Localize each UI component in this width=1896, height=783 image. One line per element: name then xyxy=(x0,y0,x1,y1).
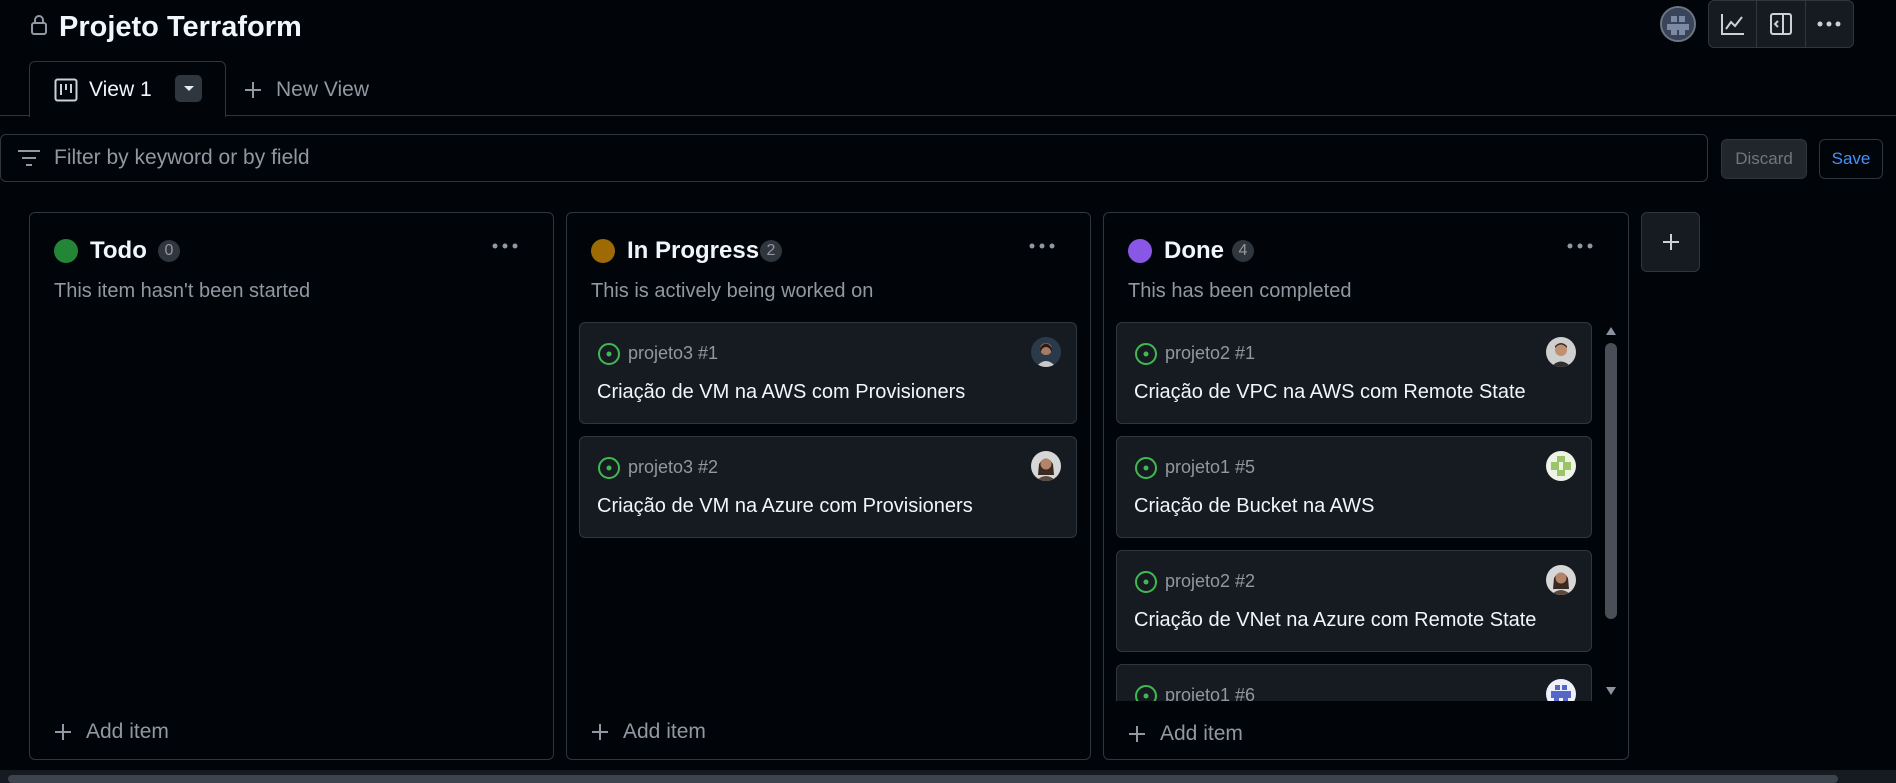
filter-input[interactable] xyxy=(54,145,1654,171)
column-count: 0 xyxy=(158,240,180,262)
issue-opened-icon xyxy=(1135,457,1157,479)
project-title: Projeto Terraform xyxy=(59,11,302,43)
tab-view-1-label[interactable]: View 1 xyxy=(89,78,152,102)
filter-bar xyxy=(0,134,1708,182)
add-item-button[interactable]: Add item xyxy=(591,719,706,745)
side-panel-button[interactable] xyxy=(1757,1,1806,47)
insights-button[interactable] xyxy=(1709,1,1758,47)
column-menu-button[interactable] xyxy=(1029,243,1055,249)
issue-card[interactable]: projeto2 #1 Criação de VPC na AWS com Re… xyxy=(1116,322,1592,424)
issue-card[interactable]: projeto1 #5 Criação de Bucket na AWS xyxy=(1116,436,1592,538)
vertical-scrollbar[interactable] xyxy=(1601,321,1621,701)
column-todo: Todo 0 This item hasn't been started Add… xyxy=(29,212,554,760)
issue-card[interactable]: projeto3 #1 Criação de VM na AWS com Pro… xyxy=(579,322,1077,424)
add-item-label: Add item xyxy=(1160,722,1243,745)
scrollbar-thumb[interactable] xyxy=(1605,343,1617,619)
status-dot xyxy=(591,239,615,263)
save-button[interactable]: Save xyxy=(1819,139,1883,179)
issue-title[interactable]: Criação de VPC na AWS com Remote State xyxy=(1134,379,1526,405)
lock-icon xyxy=(30,14,48,36)
status-dot xyxy=(54,239,78,263)
column-title: Done xyxy=(1164,237,1224,264)
column-title: In Progress xyxy=(627,237,760,264)
status-dot xyxy=(1128,239,1152,263)
new-view-label: New View xyxy=(276,78,369,101)
column-done: Done 4 This has been completed projeto2 … xyxy=(1103,212,1629,760)
add-column-button[interactable] xyxy=(1641,212,1700,272)
column-in-progress: In Progress 2 This is actively being wor… xyxy=(566,212,1091,760)
add-item-button[interactable]: Add item xyxy=(1128,721,1243,747)
plus-icon xyxy=(1662,234,1679,250)
column-description: This item hasn't been started xyxy=(54,280,311,302)
assignee-avatar[interactable] xyxy=(1546,679,1576,701)
plus-icon xyxy=(592,724,608,740)
issue-title[interactable]: Criação de VM na AWS com Provisioners xyxy=(597,379,965,405)
card-list: projeto2 #1 Criação de VPC na AWS com Re… xyxy=(1104,321,1632,701)
issue-card[interactable]: projeto1 #6 xyxy=(1116,664,1592,701)
add-item-label: Add item xyxy=(623,720,706,743)
add-item-label: Add item xyxy=(86,720,169,743)
column-description: This has been completed xyxy=(1128,280,1352,302)
column-description: This is actively being worked on xyxy=(591,280,874,302)
assignee-avatar[interactable] xyxy=(1546,565,1576,595)
plus-icon xyxy=(1129,726,1145,742)
more-options-button[interactable] xyxy=(1806,1,1853,47)
scroll-down-arrow-icon[interactable] xyxy=(1605,685,1617,697)
assignee-avatar[interactable] xyxy=(1546,337,1576,367)
issue-title[interactable]: Criação de VNet na Azure com Remote Stat… xyxy=(1134,607,1536,633)
kebab-horizontal-icon xyxy=(492,243,518,249)
user-avatar[interactable] xyxy=(1660,6,1696,42)
plus-icon xyxy=(245,82,261,98)
issue-card[interactable]: projeto2 #2 Criação de VNet na Azure com… xyxy=(1116,550,1592,652)
kebab-horizontal-icon xyxy=(1029,243,1055,249)
assignee-avatar[interactable] xyxy=(1546,451,1576,481)
horizontal-scrollbar-thumb[interactable] xyxy=(8,775,1838,783)
issue-opened-icon xyxy=(1135,571,1157,593)
kebab-horizontal-icon xyxy=(1817,21,1841,27)
issue-opened-icon xyxy=(1135,685,1157,701)
new-view-button[interactable]: New View xyxy=(244,76,369,104)
assignee-avatar[interactable] xyxy=(1031,337,1061,367)
issue-reference[interactable]: projeto1 #5 xyxy=(1165,454,1255,480)
column-menu-button[interactable] xyxy=(1567,243,1593,249)
plus-icon xyxy=(55,724,71,740)
scroll-up-arrow-icon[interactable] xyxy=(1605,325,1617,337)
board-view-icon xyxy=(54,78,78,102)
issue-reference[interactable]: projeto2 #2 xyxy=(1165,568,1255,594)
issue-reference[interactable]: projeto2 #1 xyxy=(1165,340,1255,366)
add-item-button[interactable]: Add item xyxy=(54,719,169,745)
triangle-down-icon xyxy=(183,85,194,91)
column-menu-button[interactable] xyxy=(492,243,518,249)
issue-title[interactable]: Criação de VM na Azure com Provisioners xyxy=(597,493,973,519)
filter-icon xyxy=(17,149,41,167)
issue-opened-icon xyxy=(1135,343,1157,365)
column-count: 2 xyxy=(760,240,782,262)
issue-reference[interactable]: projeto3 #2 xyxy=(628,454,718,480)
column-count: 4 xyxy=(1232,240,1254,262)
issue-title[interactable]: Criação de Bucket na AWS xyxy=(1134,493,1375,519)
assignee-avatar[interactable] xyxy=(1031,451,1061,481)
view-options-dropdown[interactable] xyxy=(175,75,202,102)
tab-divider xyxy=(0,115,1896,116)
side-panel-icon xyxy=(1769,13,1792,35)
issue-reference[interactable]: projeto3 #1 xyxy=(628,340,718,366)
issue-reference[interactable]: projeto1 #6 xyxy=(1165,682,1255,701)
discard-button[interactable]: Discard xyxy=(1721,139,1807,179)
project-toolbar xyxy=(1708,0,1854,48)
issue-opened-icon xyxy=(598,343,620,365)
issue-card[interactable]: projeto3 #2 Criação de VM na Azure com P… xyxy=(579,436,1077,538)
insights-icon xyxy=(1720,14,1744,35)
issue-opened-icon xyxy=(598,457,620,479)
kebab-horizontal-icon xyxy=(1567,243,1593,249)
column-title: Todo xyxy=(90,237,147,264)
